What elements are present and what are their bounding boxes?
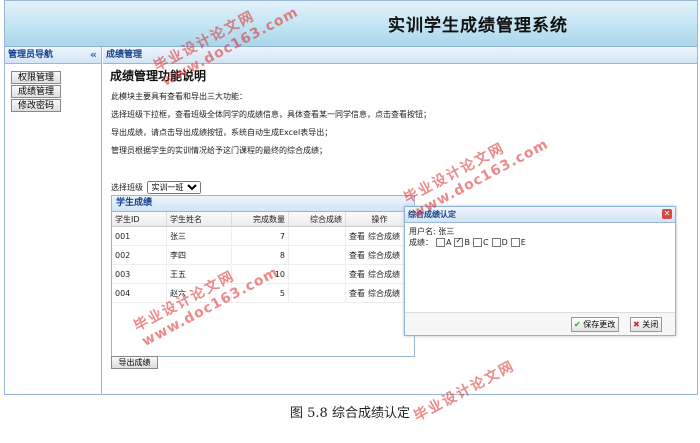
grades-grid: 学生成绩 学生ID 学生姓名 完成数量 综合成绩 操作 001 张三 7 查看 … <box>111 195 415 357</box>
table-row[interactable]: 004 赵六 5 查看 综合成绩 <box>112 283 414 303</box>
grade-link[interactable]: 综合成绩 <box>368 251 400 260</box>
description-line: 选择班级下拉框，查看班级全体同学的成绩信息，具体查看某一同学信息，点击查看按钮； <box>111 110 431 119</box>
username-value: 张三 <box>438 227 455 236</box>
cell-id: 001 <box>112 226 167 246</box>
grade-option-label: A <box>446 238 452 247</box>
cell-score <box>288 245 346 265</box>
save-changes-button[interactable]: ✔ 保存更改 <box>571 317 620 332</box>
dialog-title: 综合成绩认定 <box>408 210 456 219</box>
dialog-footer: ✔ 保存更改 ✖ 关闭 <box>405 312 675 335</box>
page-title: 成绩管理功能说明 <box>110 69 207 83</box>
table-header-row: 学生ID 学生姓名 完成数量 综合成绩 操作 <box>112 212 414 227</box>
grade-checkbox-c[interactable] <box>472 238 482 247</box>
grade-option-label: E <box>520 238 526 247</box>
collapse-icon[interactable]: « <box>90 47 97 63</box>
column-header-count[interactable]: 完成数量 <box>231 212 289 227</box>
grade-option-label: B <box>464 238 470 247</box>
check-icon: ✔ <box>574 320 581 329</box>
main-panel-title: 成绩管理 <box>106 50 143 60</box>
username-row: 用户名: 张三 <box>409 226 671 237</box>
figure-caption: 图 5.8 综合成绩认定 <box>290 406 410 421</box>
cell-count: 10 <box>231 264 289 284</box>
sidebar-item-grades[interactable]: 成绩管理 <box>11 85 61 98</box>
class-select[interactable]: 实训一班 <box>146 181 201 194</box>
cell-score <box>288 264 346 284</box>
cell-count: 7 <box>231 226 289 246</box>
cell-score <box>288 283 346 303</box>
grades-table: 学生ID 学生姓名 完成数量 综合成绩 操作 001 张三 7 查看综合成绩 <box>112 212 414 303</box>
sidebar: 管理员导航 « 权限管理 成绩管理 修改密码 <box>5 47 102 394</box>
header-banner: 实训学生成绩管理系统 <box>5 1 697 47</box>
grade-option-label: D <box>501 238 508 247</box>
table-row[interactable]: 003 王五 10 查看 综合成绩 <box>112 264 414 284</box>
cell-name: 赵六 <box>166 283 232 303</box>
save-changes-label: 保存更改 <box>583 320 616 329</box>
column-header-score[interactable]: 综合成绩 <box>288 212 346 227</box>
grade-link[interactable]: 综合成绩 <box>368 232 400 241</box>
dialog-header: 综合成绩认定 ✕ <box>405 207 675 223</box>
main-panel-header: 成绩管理 <box>103 47 697 64</box>
grade-options-row: 成绩： A B C D E <box>409 235 671 248</box>
column-header-id[interactable]: 学生ID <box>112 212 167 227</box>
column-header-name[interactable]: 学生姓名 <box>166 212 232 227</box>
class-select-row: 选择班级 实训一班 <box>111 181 201 194</box>
grade-option-label: C <box>482 238 489 247</box>
app-title: 实训学生成绩管理系统 <box>388 16 568 36</box>
grade-link[interactable]: 综合成绩 <box>368 289 400 298</box>
description-line: 管理员根据学生的实训情况给予这门课程的最终的综合成绩； <box>111 146 327 155</box>
view-link[interactable]: 查看 <box>349 270 365 279</box>
cross-icon: ✖ <box>633 320 640 329</box>
grade-checkbox-e[interactable] <box>510 238 520 247</box>
close-button-label: 关闭 <box>642 320 659 329</box>
table-row[interactable]: 001 张三 7 查看 综合成绩 <box>112 226 414 246</box>
class-select-label: 选择班级 <box>111 183 143 192</box>
view-link[interactable]: 查看 <box>349 251 365 260</box>
grade-label: 成绩： <box>409 238 433 247</box>
cell-id: 002 <box>112 245 167 265</box>
description-line: 导出成绩，请点击导出成绩按钮，系统自动生成Excel表导出； <box>111 128 333 137</box>
sidebar-header: 管理员导航 « <box>5 47 101 64</box>
sidebar-title: 管理员导航 <box>8 50 54 60</box>
grade-link[interactable]: 综合成绩 <box>368 270 400 279</box>
grade-dialog: 综合成绩认定 ✕ 用户名: 张三 成绩： A B C D E ✔ 保存更改 ✖ 关闭 <box>404 206 676 336</box>
close-icon[interactable]: ✕ <box>662 209 672 219</box>
cell-id: 003 <box>112 264 167 284</box>
grade-checkbox-b[interactable] <box>454 235 464 247</box>
cell-name: 李四 <box>166 245 232 265</box>
cell-name: 张三 <box>166 226 232 246</box>
dialog-body: 用户名: 张三 成绩： A B C D E <box>405 223 675 251</box>
cell-count: 5 <box>231 283 289 303</box>
grade-checkbox-d[interactable] <box>491 238 501 247</box>
sidebar-nav: 权限管理 成绩管理 修改密码 <box>5 64 101 112</box>
cell-score <box>288 226 346 246</box>
close-button[interactable]: ✖ 关闭 <box>630 317 663 332</box>
cell-id: 004 <box>112 283 167 303</box>
grid-title: 学生成绩 <box>112 196 414 212</box>
sidebar-item-change-password[interactable]: 修改密码 <box>11 99 61 112</box>
view-link[interactable]: 查看 <box>349 232 365 241</box>
export-grades-button[interactable]: 导出成绩 <box>111 356 158 369</box>
view-link[interactable]: 查看 <box>349 289 365 298</box>
username-label: 用户名: <box>409 227 436 236</box>
cell-name: 王五 <box>166 264 232 284</box>
sidebar-item-permissions[interactable]: 权限管理 <box>11 71 61 84</box>
grade-checkbox-a[interactable] <box>436 238 445 247</box>
table-row[interactable]: 002 李四 8 查看 综合成绩 <box>112 245 414 265</box>
description-line: 此模块主要具有查看和导出三大功能： <box>111 92 247 101</box>
cell-count: 8 <box>231 245 289 265</box>
